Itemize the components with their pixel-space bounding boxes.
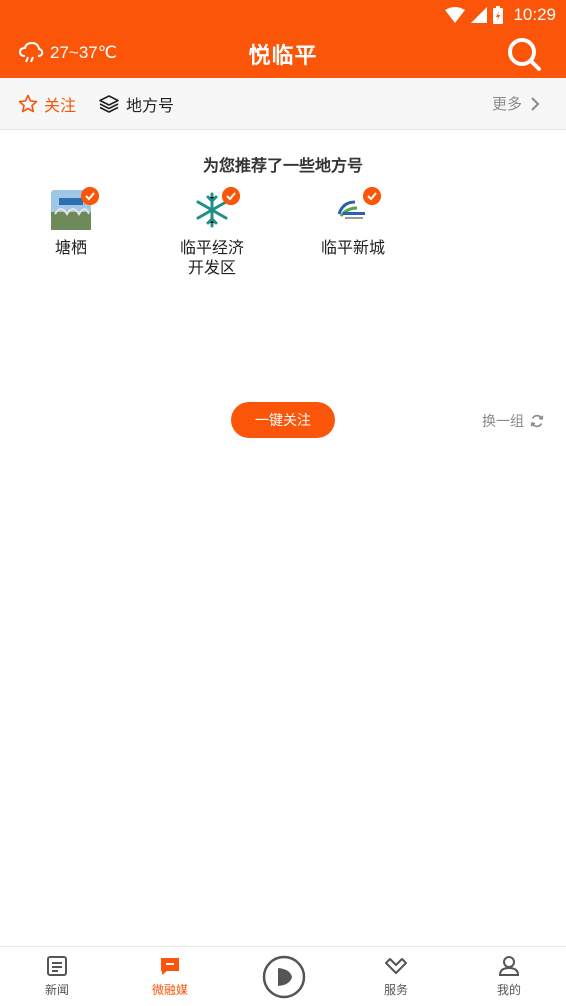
refresh-label: 换一组 [482, 414, 524, 430]
check-icon [81, 187, 99, 205]
refresh-button[interactable]: 换一组 [482, 411, 544, 431]
account-card[interactable]: 临平新城 [293, 187, 413, 258]
app-header: 27~37℃ 悦临平 [0, 30, 566, 78]
message-icon [161, 958, 179, 975]
status-bar: 10:29 [0, 0, 566, 30]
tab-local[interactable]: 地方号 [98, 92, 174, 116]
search-icon[interactable] [506, 36, 542, 72]
wifi-icon [445, 7, 466, 23]
channel-tabbar: 关注 地方号 更多 [0, 78, 566, 130]
account-card[interactable]: 临平经济 开发区 [152, 187, 272, 278]
layers-icon [99, 95, 119, 113]
nav-services-label: 服务 [383, 983, 408, 997]
signal-icon [471, 7, 488, 23]
account-name: 临平经济 开发区 [179, 238, 244, 277]
account-logo [192, 187, 240, 230]
account-card[interactable]: 塘栖 [11, 187, 131, 258]
account-name: 塘栖 [54, 238, 87, 257]
nav-micro-media-label: 微融媒 [151, 983, 188, 997]
follow-all-button[interactable]: 一键关注 [231, 402, 335, 438]
nav-services[interactable]: 服务 [356, 955, 436, 998]
star-icon [18, 94, 38, 113]
news-icon [47, 956, 67, 976]
user-icon [498, 956, 520, 976]
tab-local-label: 地方号 [126, 96, 175, 115]
play-icon[interactable] [262, 955, 306, 999]
status-time: 10:29 [513, 5, 556, 24]
nav-news[interactable]: 新闻 [17, 955, 97, 998]
recommend-title: 为您推荐了一些地方号 [202, 156, 363, 175]
account-name: 临平新城 [320, 238, 385, 257]
app-title: 悦临平 [248, 44, 318, 69]
nav-news-label: 新闻 [44, 983, 69, 997]
battery-icon [493, 6, 504, 24]
bottom-nav: 新闻 微融媒 服务 我的 [0, 946, 566, 1006]
nav-micro-media[interactable]: 微融媒 [130, 955, 210, 998]
account-logo [51, 187, 99, 230]
services-icon [385, 958, 407, 974]
status-icons: 10:29 [445, 4, 556, 26]
check-icon [222, 187, 240, 205]
top-bar: 10:29 27~37℃ 悦临平 [0, 0, 566, 78]
refresh-icon [530, 414, 544, 428]
nav-mine-label: 我的 [496, 983, 521, 997]
tab-follow[interactable]: 关注 [18, 92, 76, 116]
chevron-right-icon [531, 96, 540, 111]
account-logo [333, 187, 381, 230]
check-icon [363, 187, 381, 205]
more-button[interactable]: 更多 [492, 93, 540, 114]
nav-mine[interactable]: 我的 [469, 955, 549, 998]
more-label: 更多 [491, 95, 522, 113]
tab-follow-label: 关注 [44, 96, 77, 115]
